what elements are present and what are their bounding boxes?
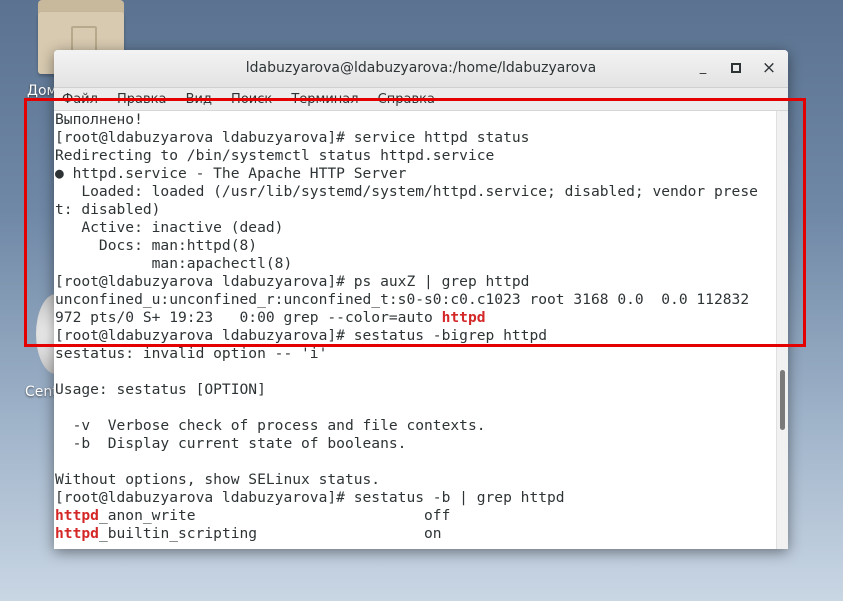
terminal-text: [root@ldabuzyarova ldabuzyarova]# sestat… [55,327,548,344]
terminal-line: Loaded: loaded (/usr/lib/systemd/system/… [54,183,776,201]
menu-edit[interactable]: Правка [117,88,166,107]
terminal-line: unconfined_u:unconfined_r:unconfined_t:s… [54,291,776,309]
terminal-line: [root@ldabuzyarova ldabuzyarova]# sestat… [54,327,776,345]
grep-match-text: httpd [441,309,486,326]
terminal-text: Without options, show SELinux status. [55,471,381,488]
terminal-text: _builtin_scripting on [98,525,442,542]
terminal-text: Выполнено! [55,111,143,128]
terminal-text: unconfined_u:unconfined_r:unconfined_t:s… [55,291,750,308]
terminal-text: Active: inactive (dead) [55,219,284,236]
terminal-text: Redirecting to /bin/systemctl status htt… [55,147,495,164]
menu-file[interactable]: Файл [62,88,98,107]
terminal-text: [root@ldabuzyarova ldabuzyarova]# sestat… [55,489,565,506]
terminal-line: -b Display current state of booleans. [54,435,776,453]
terminal-text: Loaded: loaded (/usr/lib/systemd/system/… [55,183,758,200]
home-folder-label: Дом [27,83,58,99]
terminal-line: Usage: sestatus [OPTION] [54,381,776,399]
scrollbar-thumb[interactable] [780,370,785,430]
terminal-line: [root@ldabuzyarova ldabuzyarova]# servic… [54,129,776,147]
terminal-line: httpd_builtin_scripting on [54,525,776,543]
terminal-line: t: disabled) [54,201,776,219]
terminal-text: man:apachectl(8) [55,255,293,272]
terminal-line: man:apachectl(8) [54,255,776,273]
maximize-button[interactable] [727,59,745,77]
terminal-text: -v Verbose check of process and file con… [55,417,486,434]
centos-disc-label: Cent [25,384,58,400]
terminal-text: t: disabled) [55,201,161,218]
terminal-line: Docs: man:httpd(8) [54,237,776,255]
maximize-icon [731,63,741,73]
terminal-line: 972 pts/0 S+ 19:23 0:00 grep --color=aut… [54,309,776,327]
terminal-line: ● httpd.service - The Apache HTTP Server [54,165,776,183]
terminal-output[interactable]: Выполнено! [root@ldabuzyarova ldabuzyarov… [54,111,776,549]
terminal-line: Выполнено! [54,111,776,129]
terminal-text: Docs: man:httpd(8) [55,237,258,254]
terminal-text: _anon_write off [98,507,451,524]
menu-terminal[interactable]: Терминал [291,88,358,107]
terminal-text: Usage: sestatus [OPTION] [55,381,266,398]
terminal-line: sestatus: invalid option -- 'i' [54,345,776,363]
terminal-line: [root@ldabuzyarova ldabuzyarova]# sestat… [54,489,776,507]
terminal-text: -b Display current state of booleans. [55,435,407,452]
grep-match-text: httpd [55,507,99,524]
grep-match-text: httpd [55,525,99,542]
window-titlebar[interactable]: ldabuzyarova@ldabuzyarova:/home/ldabuzya… [54,50,788,88]
menu-help[interactable]: Справка [378,88,435,107]
terminal-line: [root@ldabuzyarova ldabuzyarova]# ps aux… [54,273,776,291]
terminal-text: 972 pts/0 S+ 19:23 0:00 grep --color=aut… [55,309,442,326]
terminal-text: [root@ldabuzyarova ldabuzyarova]# ps aux… [55,273,530,290]
menu-search[interactable]: Поиск [231,88,272,107]
terminal-line: Active: inactive (dead) [54,219,776,237]
minimize-button[interactable]: _ [694,59,712,77]
menubar: Файл Правка Вид Поиск Терминал Справка [54,88,788,111]
window-title: ldabuzyarova@ldabuzyarova:/home/ldabuzya… [245,60,597,76]
terminal-line: Without options, show SELinux status. [54,471,776,489]
terminal-line: httpd_anon_write off [54,507,776,525]
terminal-text: ● httpd.service - The Apache HTTP Server [55,165,407,182]
terminal-window: ldabuzyarova@ldabuzyarova:/home/ldabuzya… [54,50,788,549]
terminal-scrollbar[interactable] [776,111,788,549]
terminal-line: Redirecting to /bin/systemctl status htt… [54,147,776,165]
close-button[interactable]: × [760,59,778,77]
menu-view[interactable]: Вид [186,88,212,107]
terminal-text: [root@ldabuzyarova ldabuzyarova]# servic… [55,129,530,146]
terminal-line: -v Verbose check of process and file con… [54,417,776,435]
terminal-text: sestatus: invalid option -- 'i' [55,345,328,362]
